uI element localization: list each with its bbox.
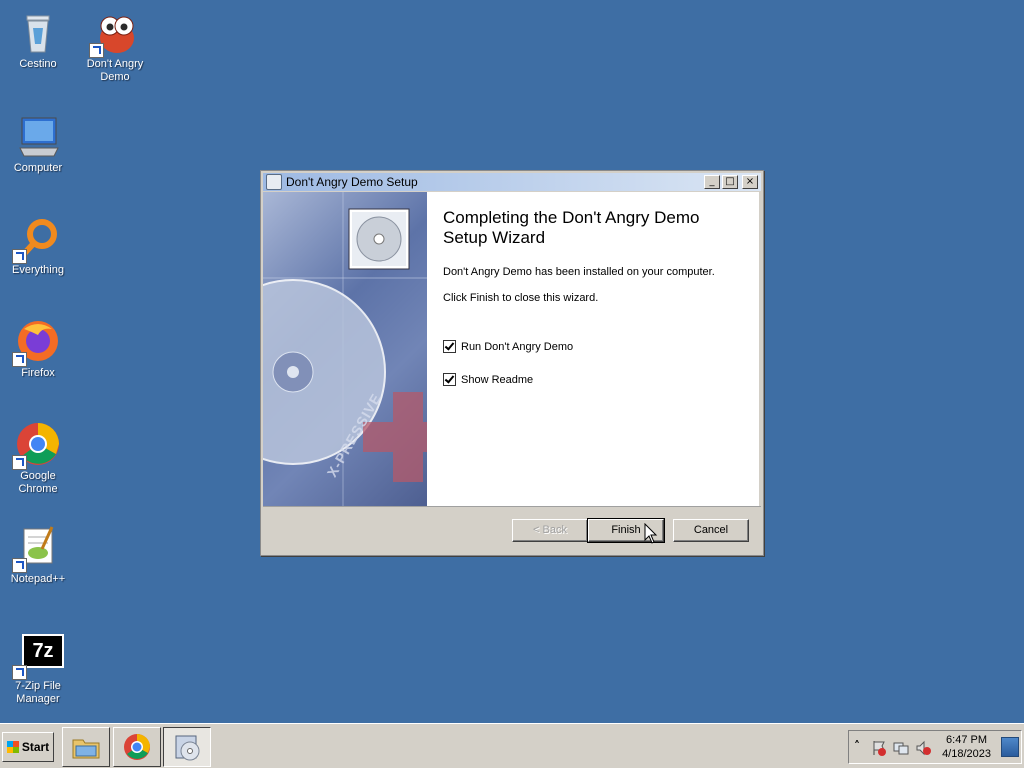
minimize-button[interactable]: _	[704, 175, 720, 189]
desktop-icon-everything[interactable]: Everything	[0, 214, 76, 277]
shortcut-arrow-icon	[12, 665, 27, 680]
desktop-icon-google-chrome[interactable]: Google Chrome	[0, 420, 76, 496]
taskbar-file-explorer[interactable]	[62, 727, 110, 767]
desktop-icon-label: Everything	[12, 264, 64, 276]
close-button[interactable]: ×	[742, 175, 758, 189]
run-demo-label: Run Don't Angry Demo	[461, 340, 574, 353]
installed-message: Don't Angry Demo has been installed on y…	[443, 266, 715, 278]
maximize-button[interactable]: □	[722, 175, 738, 189]
desktop-icon-label: Google Chrome	[18, 470, 58, 495]
desktop-icon-label: Notepad++	[10, 573, 66, 585]
taskbar-setup[interactable]	[163, 727, 211, 767]
desktop-icon-label: 7-Zip File Manager	[15, 680, 61, 705]
volume-muted-icon[interactable]	[915, 740, 931, 756]
tray-clock[interactable]: 6:47 PM 4/18/2023	[942, 733, 991, 761]
everything-icon	[12, 214, 62, 264]
desktop-icon-notepad-plus-plus[interactable]: Notepad++	[0, 523, 76, 586]
desktop-icon-label: Firefox	[21, 367, 55, 379]
show-desktop-button[interactable]	[1001, 737, 1019, 757]
cancel-button[interactable]: Cancel	[673, 519, 749, 542]
installer-icon	[266, 174, 282, 190]
shortcut-arrow-icon	[12, 558, 27, 573]
show-readme-checkbox[interactable]: Show Readme	[443, 373, 533, 386]
wizard-content: Completing the Don't Angry Demo Setup Wi…	[427, 192, 759, 506]
clock-time: 6:47 PM	[946, 734, 988, 746]
shortcut-arrow-icon	[12, 249, 27, 264]
start-label: Start	[21, 740, 50, 754]
dont-angry-demo-icon	[89, 8, 139, 58]
windows-logo-icon	[6, 741, 19, 753]
desktop-icon-7zip[interactable]: 7z 7-Zip File Manager	[0, 630, 76, 706]
desktop-icon-label: Computer	[13, 162, 63, 174]
taskbar-chrome[interactable]	[113, 727, 161, 767]
mouse-cursor-icon	[644, 523, 658, 544]
close-instruction: Click Finish to close this wizard.	[443, 292, 599, 304]
network-icon[interactable]	[893, 740, 909, 756]
firefox-icon	[12, 317, 62, 367]
7zip-logo: 7z	[22, 634, 64, 668]
shortcut-arrow-icon	[12, 352, 27, 367]
desktop-icon-dont-angry-demo[interactable]: Don't Angry Demo	[77, 8, 153, 84]
shortcut-arrow-icon	[89, 43, 104, 58]
wizard-banner-image: X-PRESSIVE	[263, 192, 427, 506]
recycle-bin-icon	[14, 8, 62, 56]
clock-date: 4/18/2023	[942, 748, 991, 760]
tray-expand-button[interactable]: ˄	[854, 739, 860, 753]
action-center-flag-icon[interactable]	[871, 740, 887, 756]
window-title: Don't Angry Demo Setup	[286, 175, 418, 189]
system-tray: ˄ 6:47 PM 4/18/2023	[848, 730, 1022, 764]
show-readme-label: Show Readme	[461, 373, 534, 386]
chrome-icon	[12, 420, 62, 470]
desktop-icon-label: Don't Angry Demo	[86, 58, 144, 83]
chrome-icon	[124, 734, 150, 760]
desktop-icon-recycle-bin[interactable]: Cestino	[0, 8, 76, 71]
computer-icon	[14, 112, 62, 160]
desktop-icon-firefox[interactable]: Firefox	[0, 317, 76, 380]
desktop-icon-computer[interactable]: Computer	[0, 112, 76, 175]
start-button[interactable]: Start	[2, 732, 54, 762]
setup-icon	[175, 735, 200, 761]
window-titlebar[interactable]: Don't Angry Demo Setup _ □ ×	[263, 173, 761, 191]
wizard-button-bar: < Back Finish Cancel	[263, 506, 761, 553]
checkbox-checked-icon[interactable]	[443, 340, 456, 353]
wizard-heading: Completing the Don't Angry Demo Setup Wi…	[443, 208, 700, 247]
taskbar: Start ˄ 6:47 PM 4/18/2023	[0, 723, 1024, 768]
checkbox-checked-icon[interactable]	[443, 373, 456, 386]
run-demo-checkbox[interactable]: Run Don't Angry Demo	[443, 340, 573, 353]
shortcut-arrow-icon	[12, 455, 27, 470]
folder-icon	[72, 739, 100, 759]
notepad-plus-plus-icon	[12, 523, 62, 573]
desktop-icon-label: Cestino	[19, 58, 57, 70]
setup-wizard-window: Don't Angry Demo Setup _ □ × X-PRESSIVE …	[260, 170, 764, 556]
7zip-icon: 7z	[12, 630, 64, 680]
back-button[interactable]: < Back	[512, 519, 588, 542]
